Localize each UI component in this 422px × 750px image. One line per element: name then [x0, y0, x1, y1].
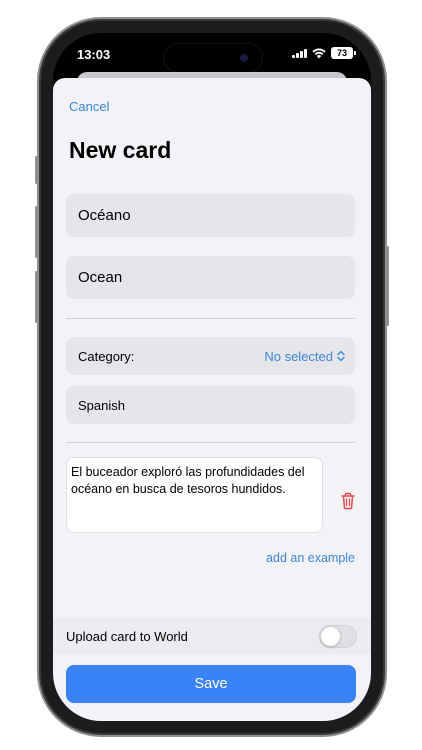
upload-label: Upload card to World — [66, 628, 188, 644]
new-card-sheet: Cancel New card Océano Ocean Category: N… — [53, 78, 371, 721]
side-button-power — [386, 246, 389, 326]
status-time: 13:03 — [77, 47, 111, 62]
page-title: New card — [69, 137, 172, 163]
upload-toggle[interactable] — [319, 624, 357, 648]
battery-icon: 73 — [331, 47, 356, 59]
camera-dot-icon — [240, 54, 248, 62]
category-picker[interactable]: Category: No selected — [66, 337, 355, 375]
example-sentence-field[interactable]: El buceador exploró las profundidades de… — [66, 457, 323, 533]
side-button-volume-down — [35, 271, 38, 323]
divider — [66, 318, 355, 319]
category-selected-text: No selected — [264, 348, 333, 364]
divider — [66, 442, 355, 443]
trash-icon[interactable] — [340, 492, 356, 510]
category-value[interactable]: No selected — [264, 349, 345, 364]
dynamic-island — [163, 43, 263, 73]
upload-row: Upload card to World — [53, 618, 371, 654]
side-button-volume-up — [35, 206, 38, 258]
save-button[interactable]: Save — [66, 665, 356, 703]
toggle-knob — [321, 626, 340, 646]
side-button-action — [35, 156, 38, 184]
language-field-value: Spanish — [78, 397, 125, 413]
status-icons: 73 — [292, 47, 356, 59]
chevron-up-down-icon — [337, 350, 345, 362]
word-field[interactable]: Océano — [66, 194, 355, 237]
screen: 13:03 73 Cancel New card Océano Ocean Ca… — [53, 33, 371, 721]
phone-frame: 13:03 73 Cancel New card Océano Ocean Ca… — [35, 21, 389, 733]
translation-field[interactable]: Ocean — [66, 256, 355, 299]
category-label: Category: — [78, 348, 135, 364]
wifi-icon — [312, 47, 326, 58]
cancel-button[interactable]: Cancel — [69, 99, 109, 114]
language-field[interactable]: Spanish — [66, 386, 355, 424]
translation-field-value: Ocean — [78, 269, 123, 286]
add-example-button[interactable]: add an example — [266, 551, 355, 565]
word-field-value: Océano — [78, 207, 131, 224]
cellular-signal-icon — [292, 48, 307, 58]
